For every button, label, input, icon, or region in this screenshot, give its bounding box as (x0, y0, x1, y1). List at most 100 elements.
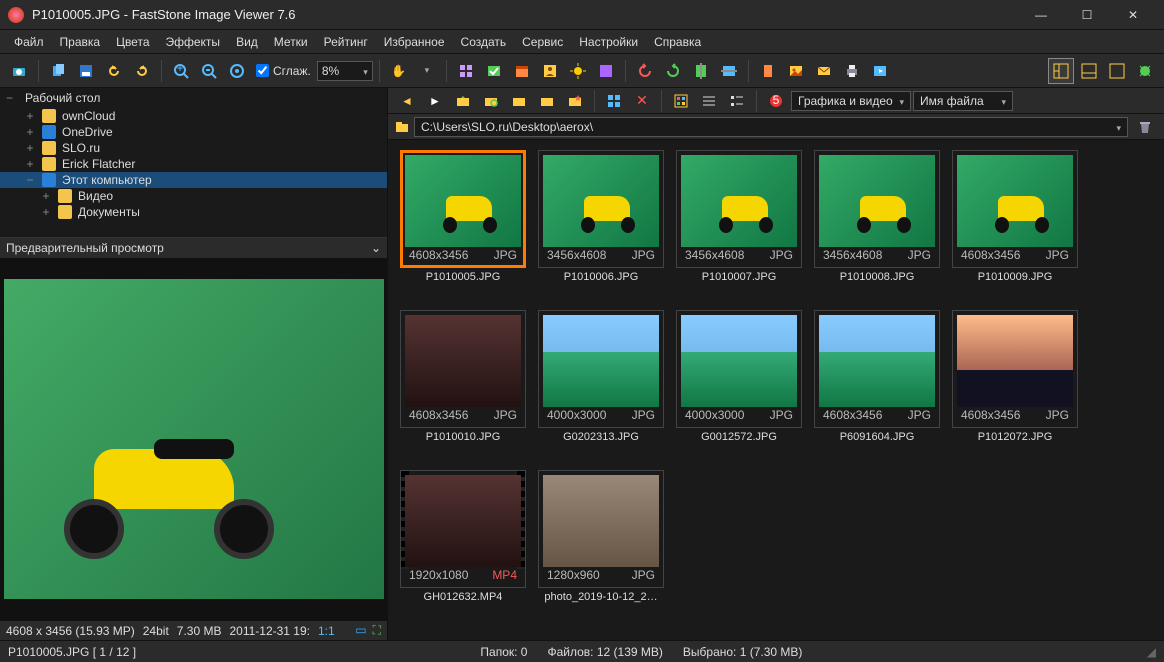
rotate-right-icon[interactable] (660, 58, 686, 84)
tool-calendar-icon[interactable] (509, 58, 535, 84)
filter-combo[interactable]: Графика и видео (791, 91, 911, 111)
menu-избранное[interactable]: Избранное (376, 33, 453, 51)
view-large-icon[interactable] (668, 88, 694, 114)
thumbnail-label: P1010007.JPG (702, 271, 777, 283)
view-mode-filmstrip[interactable] (1076, 58, 1102, 84)
zoom-in-icon[interactable]: + (168, 58, 194, 84)
tree-item[interactable]: +Видео (0, 188, 387, 204)
menu-настройки[interactable]: Настройки (571, 33, 646, 51)
sort-combo[interactable]: Имя файла (913, 91, 1013, 111)
delete-icon[interactable]: ✕ (629, 88, 655, 114)
folder-open-icon[interactable] (534, 88, 560, 114)
tree-item[interactable]: +Erick Flatcher (0, 156, 387, 172)
nav-back-icon[interactable]: ◄ (394, 88, 420, 114)
redo-icon[interactable] (129, 58, 155, 84)
menu-вид[interactable]: Вид (228, 33, 266, 51)
tree-item[interactable]: +ownCloud (0, 108, 387, 124)
thumbnails-grid[interactable]: 4608x3456JPGP1010005.JPG3456x4608JPGP101… (388, 140, 1164, 640)
view-list-icon[interactable] (696, 88, 722, 114)
menu-сервис[interactable]: Сервис (514, 33, 571, 51)
close-button[interactable]: ✕ (1110, 0, 1156, 30)
zoom-actual-icon[interactable] (224, 58, 250, 84)
path-combo[interactable]: C:\Users\SLO.ru\Desktop\aerox\ (414, 117, 1128, 137)
thumbnail-label: P1012072.JPG (978, 431, 1053, 443)
thumbnail[interactable]: 4000x3000JPGG0012572.JPG (674, 310, 804, 460)
thumbnail[interactable]: 3456x4608JPGP1010006.JPG (536, 150, 666, 300)
menu-цвета[interactable]: Цвета (108, 33, 157, 51)
resize-grip-icon[interactable]: ◢ (1147, 645, 1156, 659)
menu-справка[interactable]: Справка (646, 33, 709, 51)
tool-palette-icon[interactable] (593, 58, 619, 84)
tool-contact-icon[interactable] (537, 58, 563, 84)
menu-создать[interactable]: Создать (453, 33, 515, 51)
undo-icon[interactable] (101, 58, 127, 84)
folder-up-icon[interactable] (450, 88, 476, 114)
menu-рейтинг[interactable]: Рейтинг (316, 33, 376, 51)
smooth-checkbox[interactable]: Сглаж. (256, 64, 311, 78)
thumbnail[interactable]: 53456x4608JPGP1010008.JPG (812, 150, 942, 300)
thumbnail[interactable]: 4608x3456JPGP6091604.JPG (812, 310, 942, 460)
slideshow-icon[interactable] (867, 58, 893, 84)
folder-fav-icon[interactable] (562, 88, 588, 114)
tree-header[interactable]: − Рабочий стол (0, 88, 387, 108)
tool-batch-icon[interactable] (481, 58, 507, 84)
maximize-button[interactable]: ☐ (1064, 0, 1110, 30)
select-all-icon[interactable] (601, 88, 627, 114)
folder-new-icon[interactable] (506, 88, 532, 114)
view-mode-thumbnails[interactable] (1048, 58, 1074, 84)
hand-dropdown[interactable] (414, 58, 440, 84)
view-mode-fullscreen[interactable] (1132, 58, 1158, 84)
thumbnail[interactable]: 4000x3000JPGG0202313.JPG (536, 310, 666, 460)
thumbnail-label: P1010010.JPG (426, 431, 501, 443)
print-icon[interactable] (839, 58, 865, 84)
menu-метки[interactable]: Метки (266, 33, 316, 51)
view-mode-single[interactable] (1104, 58, 1130, 84)
zoom-out-icon[interactable] (196, 58, 222, 84)
nav-forward-icon[interactable]: ► (422, 88, 448, 114)
thumbnail-label: P1010008.JPG (840, 271, 915, 283)
menu-файл[interactable]: Файл (6, 33, 52, 51)
tree-item[interactable]: +Документы (0, 204, 387, 220)
smooth-label: Сглаж. (273, 64, 311, 78)
thumbnail[interactable]: 4608x3456JPGP1012072.JPG (950, 310, 1080, 460)
folder-tree[interactable]: − Рабочий стол +ownCloud+OneDrive+SLO.ru… (0, 88, 387, 238)
svg-text:5: 5 (773, 93, 780, 107)
thumbnail[interactable]: 1920x1080MP4GH012632.MP4 (398, 470, 528, 620)
menu-правка[interactable]: Правка (52, 33, 109, 51)
thumbnail[interactable]: 4608x3456JPGP1010009.JPG (950, 150, 1080, 300)
thumbnail[interactable]: 4608x3456JPGP1010005.JPG (398, 150, 528, 300)
tree-item[interactable]: −Этот компьютер (0, 172, 387, 188)
thumbnail[interactable]: 1280x960JPGphoto_2019-10-12_2… (536, 470, 666, 620)
title-bar: P1010005.JPG - FastStone Image Viewer 7.… (0, 0, 1164, 30)
flip-h-icon[interactable] (688, 58, 714, 84)
zoom-combo[interactable]: 8% (317, 61, 373, 81)
tool-brightness-icon[interactable] (565, 58, 591, 84)
tree-item[interactable]: +SLO.ru (0, 140, 387, 156)
rotate-left-icon[interactable] (632, 58, 658, 84)
preview-pane[interactable] (0, 258, 387, 620)
email-icon[interactable] (811, 58, 837, 84)
thumbnail[interactable]: 4608x3456JPGP1010010.JPG (398, 310, 528, 460)
thumbnail[interactable]: 3456x4608JPGP1010007.JPG (674, 150, 804, 300)
tree-item[interactable]: +OneDrive (0, 124, 387, 140)
expand-icon[interactable]: ⛶ (373, 623, 381, 638)
save-icon[interactable] (73, 58, 99, 84)
view-details-icon[interactable] (724, 88, 750, 114)
camera-icon[interactable] (6, 58, 32, 84)
hand-icon[interactable]: ✋ (386, 58, 412, 84)
tag-filter-icon[interactable]: 5 (763, 88, 789, 114)
tool-grid-icon[interactable] (453, 58, 479, 84)
trash-icon[interactable] (1132, 114, 1158, 140)
tag-icon[interactable] (755, 58, 781, 84)
meta-bitdepth: 24bit (143, 624, 169, 638)
wallpaper-icon[interactable] (783, 58, 809, 84)
thumbnail-label: P1010005.JPG (426, 271, 501, 283)
preview-header[interactable]: Предварительный просмотр ⌄ (0, 238, 387, 258)
minimize-button[interactable]: — (1018, 0, 1064, 30)
flip-v-icon[interactable] (716, 58, 742, 84)
menu-эффекты[interactable]: Эффекты (158, 33, 229, 51)
monitor-icon[interactable]: ▭ (355, 623, 366, 638)
collapse-icon[interactable]: ⌄ (371, 241, 381, 255)
folder-refresh-icon[interactable] (478, 88, 504, 114)
copy-icon[interactable] (45, 58, 71, 84)
